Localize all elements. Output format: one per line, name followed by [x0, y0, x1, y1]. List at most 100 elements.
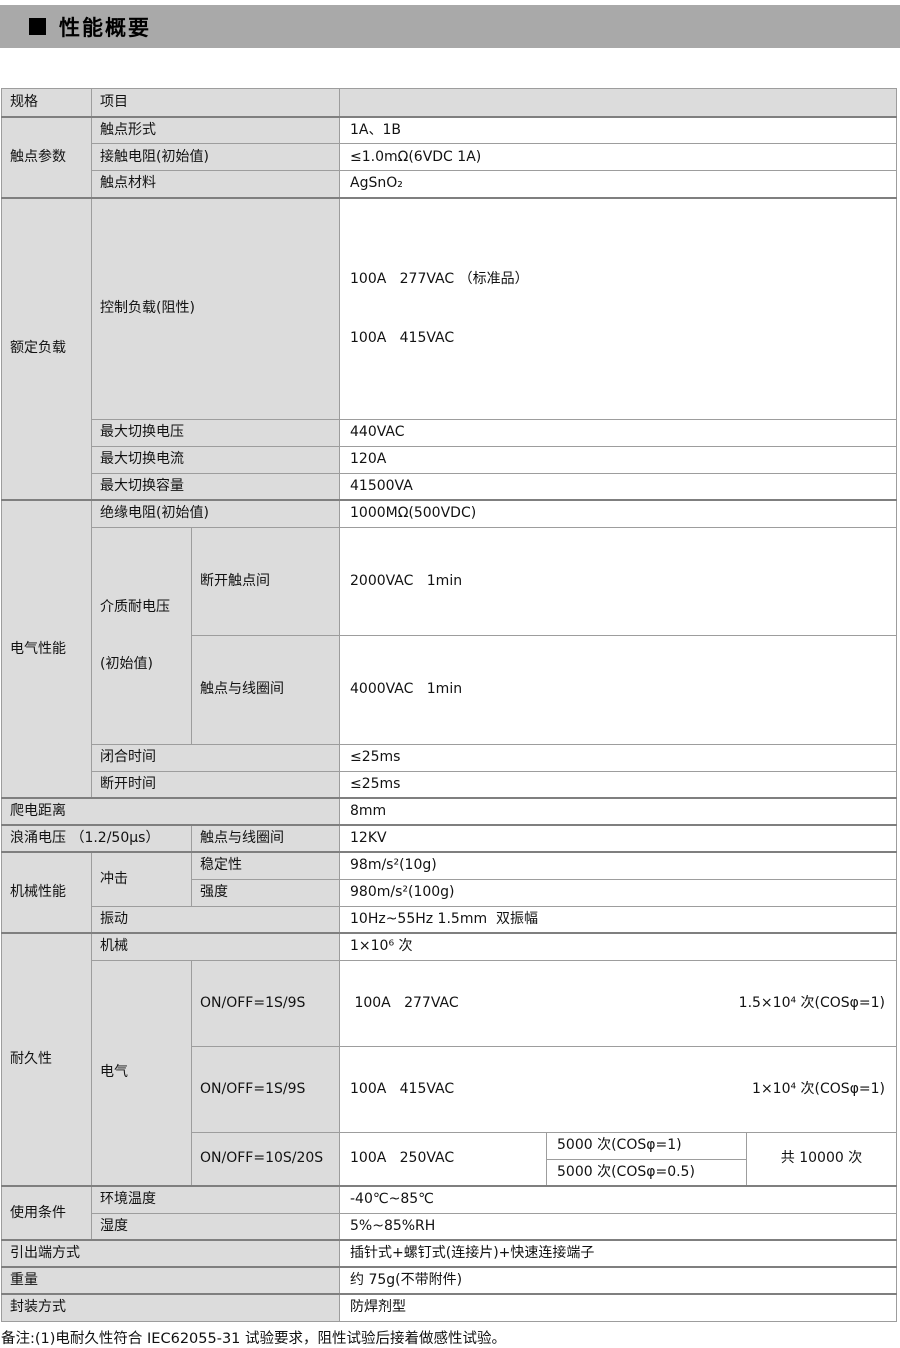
surge-value: 12KV	[340, 825, 897, 852]
vibration-value: 10Hz~55Hz 1.5mm 双振幅	[340, 906, 897, 933]
shock-stability-label: 稳定性	[192, 852, 340, 879]
table-row: 最大切换电压 440VAC	[2, 419, 897, 446]
shock-label: 冲击	[92, 852, 192, 906]
surge-label: 浪涌电压 （1.2/50μs）	[2, 825, 192, 852]
open-time-label: 断开时间	[92, 771, 340, 798]
surge-sub-label: 触点与线圈间	[192, 825, 340, 852]
group-conditions: 使用条件	[2, 1186, 92, 1240]
section-marker-icon	[29, 18, 46, 35]
open-contacts-value: 2000VAC 1min	[340, 527, 897, 636]
table-row: 最大切换电流 120A	[2, 446, 897, 473]
group-endurance: 耐久性	[2, 933, 92, 1186]
ambient-temp-label: 环境温度	[92, 1186, 340, 1213]
table-row: 封装方式 防焊剂型	[2, 1294, 897, 1321]
table-row: 介质耐电压 (初始值) 断开触点间 2000VAC 1min	[2, 527, 897, 636]
group-contact-params: 触点参数	[2, 117, 92, 198]
table-row: 机械性能 冲击 稳定性 98m/s²(10g)	[2, 852, 897, 879]
endurance-row1-value: 100A 277VAC 1.5×10⁴ 次(COSφ=1)	[340, 960, 897, 1046]
humidity-value: 5%~85%RH	[340, 1213, 897, 1240]
contact-coil-label: 触点与线圈间	[192, 636, 340, 745]
endurance-row2-load: 100A 415VAC	[350, 1081, 454, 1098]
open-contacts-label: 断开触点间	[192, 527, 340, 636]
section-header: 性能概要	[0, 5, 900, 48]
endurance-row1-count: 1.5×10⁴ 次(COSφ=1)	[739, 995, 885, 1012]
control-load-value: 100A 277VAC （标准品） 100A 415VAC	[340, 198, 897, 420]
contact-coil-value: 4000VAC 1min	[340, 636, 897, 745]
group-rated-load: 额定负载	[2, 198, 92, 501]
contact-resistance-value: ≤1.0mΩ(6VDC 1A)	[340, 144, 897, 171]
table-row: 重量 约 75g(不带附件)	[2, 1267, 897, 1294]
table-row: 额定负载 控制负载(阻性) 100A 277VAC （标准品） 100A 415…	[2, 198, 897, 420]
section-title: 性能概要	[59, 12, 151, 42]
header-value-empty	[340, 89, 897, 117]
control-load-value-line2: 100A 415VAC	[350, 326, 888, 351]
table-row: 振动 10Hz~55Hz 1.5mm 双振幅	[2, 906, 897, 933]
contact-form-value: 1A、1B	[340, 117, 897, 144]
performance-spec-table: 规格 项目 触点参数 触点形式 1A、1B 接触电阻(初始值) ≤1.0mΩ(6…	[1, 88, 897, 1322]
contact-form-label: 触点形式	[92, 117, 340, 144]
endurance-row3-load: 100A 250VAC	[340, 1132, 547, 1186]
terminal-value: 插针式+螺钉式(连接片)+快速连接端子	[340, 1240, 897, 1267]
shock-stability-value: 98m/s²(10g)	[340, 852, 897, 879]
endurance-elec-label: 电气	[92, 960, 192, 1186]
creepage-label: 爬电距离	[2, 798, 340, 825]
contact-material-value: AgSnO₂	[340, 171, 897, 198]
max-voltage-value: 440VAC	[340, 419, 897, 446]
insulation-label: 绝缘电阻(初始值)	[92, 500, 340, 527]
table-row: 触点参数 触点形式 1A、1B	[2, 117, 897, 144]
table-row: 断开时间 ≤25ms	[2, 771, 897, 798]
header-spec: 规格	[2, 89, 92, 117]
table-row: 使用条件 环境温度 -40℃~85℃	[2, 1186, 897, 1213]
group-electrical: 电气性能	[2, 500, 92, 798]
packaging-label: 封装方式	[2, 1294, 340, 1321]
table-row: 浪涌电压 （1.2/50μs） 触点与线圈间 12KV	[2, 825, 897, 852]
shock-strength-label: 强度	[192, 879, 340, 906]
vibration-label: 振动	[92, 906, 340, 933]
ambient-temp-value: -40℃~85℃	[340, 1186, 897, 1213]
table-header-row: 规格 项目	[2, 89, 897, 117]
max-current-label: 最大切换电流	[92, 446, 340, 473]
endurance-row3-total: 共 10000 次	[747, 1132, 897, 1186]
terminal-label: 引出端方式	[2, 1240, 340, 1267]
table-row: 引出端方式 插针式+螺钉式(连接片)+快速连接端子	[2, 1240, 897, 1267]
table-row: 接触电阻(初始值) ≤1.0mΩ(6VDC 1A)	[2, 144, 897, 171]
dielectric-label: 介质耐电压 (初始值)	[92, 527, 192, 744]
header-item: 项目	[92, 89, 340, 117]
endurance-row3-count-cos1: 5000 次(COSφ=1)	[547, 1132, 747, 1159]
max-capacity-value: 41500VA	[340, 473, 897, 500]
table-row: 爬电距离 8mm	[2, 798, 897, 825]
endurance-row2-count: 1×10⁴ 次(COSφ=1)	[752, 1081, 885, 1098]
table-row: 电气 ON/OFF=1S/9S 100A 277VAC 1.5×10⁴ 次(CO…	[2, 960, 897, 1046]
footnote: 备注:(1)电耐久性符合 IEC62055-31 试验要求，阻性试验后接着做感性…	[1, 1327, 900, 1348]
dielectric-label-line2: (初始值)	[100, 653, 183, 676]
table-row: 湿度 5%~85%RH	[2, 1213, 897, 1240]
max-current-value: 120A	[340, 446, 897, 473]
table-row: 闭合时间 ≤25ms	[2, 744, 897, 771]
shock-strength-value: 980m/s²(100g)	[340, 879, 897, 906]
close-time-label: 闭合时间	[92, 744, 340, 771]
table-row: 耐久性 机械 1×10⁶ 次	[2, 933, 897, 960]
endurance-row2-cond: ON/OFF=1S/9S	[192, 1046, 340, 1132]
table-row: 触点材料 AgSnO₂	[2, 171, 897, 198]
endurance-mech-label: 机械	[92, 933, 340, 960]
control-load-label: 控制负载(阻性)	[92, 198, 340, 420]
endurance-row2-value: 100A 415VAC 1×10⁴ 次(COSφ=1)	[340, 1046, 897, 1132]
table-row: 电气性能 绝缘电阻(初始值) 1000MΩ(500VDC)	[2, 500, 897, 527]
group-mechanical: 机械性能	[2, 852, 92, 933]
dielectric-label-line1: 介质耐电压	[100, 596, 183, 619]
open-time-value: ≤25ms	[340, 771, 897, 798]
insulation-value: 1000MΩ(500VDC)	[340, 500, 897, 527]
humidity-label: 湿度	[92, 1213, 340, 1240]
max-capacity-label: 最大切换容量	[92, 473, 340, 500]
max-voltage-label: 最大切换电压	[92, 419, 340, 446]
endurance-mech-value: 1×10⁶ 次	[340, 933, 897, 960]
endurance-row1-cond: ON/OFF=1S/9S	[192, 960, 340, 1046]
creepage-value: 8mm	[340, 798, 897, 825]
endurance-row3-count-cos05: 5000 次(COSφ=0.5)	[547, 1159, 747, 1186]
table-row: 最大切换容量 41500VA	[2, 473, 897, 500]
endurance-row1-load: 100A 277VAC	[350, 995, 459, 1012]
weight-value: 约 75g(不带附件)	[340, 1267, 897, 1294]
packaging-value: 防焊剂型	[340, 1294, 897, 1321]
contact-resistance-label: 接触电阻(初始值)	[92, 144, 340, 171]
close-time-value: ≤25ms	[340, 744, 897, 771]
